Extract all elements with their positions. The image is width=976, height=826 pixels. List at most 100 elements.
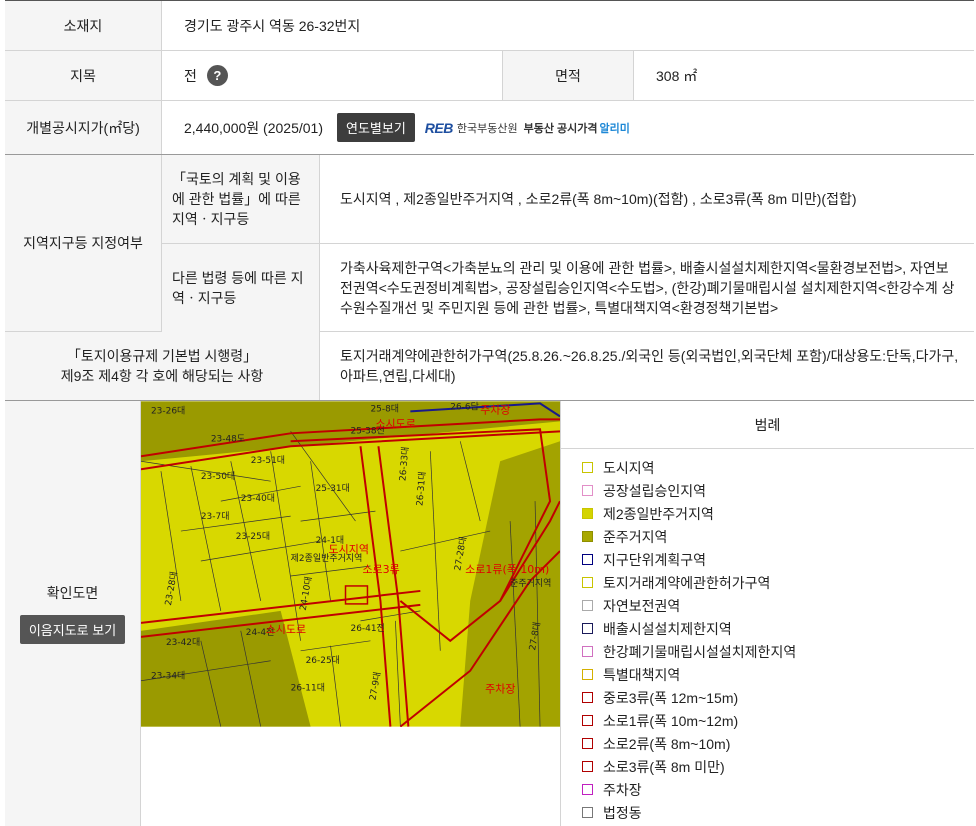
legend-label: 공장설립승인지역 — [603, 482, 707, 499]
zoning-sub1-label: 「국토의 계획 및 이용에 관한 법률」에 따른 지역ㆍ지구등 — [172, 171, 301, 227]
question-icon[interactable]: ? — [206, 65, 228, 86]
svg-text:도시지역: 도시지역 — [329, 543, 369, 556]
svg-text:23-26대: 23-26대 — [151, 405, 185, 416]
legend-swatch-icon — [582, 715, 593, 726]
legend-item: 공장설립승인지역 — [582, 479, 974, 502]
yearly-view-button[interactable]: 연도별보기 — [336, 113, 415, 142]
legend-item: 배출시설설치제한지역 — [582, 617, 974, 640]
map-area: 23-26대 25-8대 26-6답 25-38전 23-48도 23-51대 … — [140, 401, 560, 826]
location-value: 경기도 광주시 역동 26-32번지 — [161, 1, 974, 50]
svg-text:주차장: 주차장 — [480, 403, 510, 416]
legend-item: 법정동 — [582, 801, 974, 824]
area-label: 면적 — [502, 51, 633, 100]
legend-swatch-icon — [582, 462, 593, 473]
zoning-sub2-label-cell: 다른 법령 등에 따른 지역ㆍ지구등 — [161, 244, 319, 332]
legend-swatch-icon — [582, 554, 593, 565]
row-regulation: 「토지이용규제 기본법 시행령」 제9조 제4항 각 호에 해당되는 사항 토지… — [5, 332, 974, 401]
land-category-value-cell: 전 ? — [161, 51, 502, 100]
legend-label: 제2종일반주거지역 — [603, 505, 714, 522]
legend-swatch-icon — [582, 623, 593, 634]
legend-label: 토지거래계약에관한허가구역 — [603, 574, 771, 591]
legend-label: 주차장 — [603, 781, 642, 798]
legend-item: 한강폐기물매립시설설치제한지역 — [582, 640, 974, 663]
legend-item: 특별대책지역 — [582, 663, 974, 686]
legend-label: 소로1류(폭 10m~12m) — [603, 712, 739, 729]
svg-text:25-31대: 25-31대 — [316, 483, 350, 494]
legend-label: 자연보전권역 — [603, 597, 681, 614]
legend-item: 주차장 — [582, 778, 974, 801]
legend-item: 소로2류(폭 8m~10m) — [582, 732, 974, 755]
reb-link[interactable]: REB 한국부동산원 부동산 공시가격 알리미 — [425, 120, 630, 136]
legend-swatch-icon — [582, 692, 593, 703]
legend-swatch-icon — [582, 646, 593, 657]
legend-label: 소로3류(폭 8m 미만) — [603, 758, 725, 775]
row-zoning: 지역지구등 지정여부 「국토의 계획 및 이용에 관한 법률」에 따른 지역ㆍ지… — [5, 155, 974, 332]
regulation-value-cell: 토지거래계약에관한허가구역(25.8.26.~26.8.25./외국인 등(외국… — [319, 332, 974, 400]
svg-text:소로1류(폭 10m): 소로1류(폭 10m) — [465, 563, 549, 576]
legend-item: 준주거지역 — [582, 525, 974, 548]
land-category-label: 지목 — [5, 51, 161, 100]
land-category-value: 전 — [184, 67, 197, 84]
svg-text:23-7대: 23-7대 — [201, 511, 230, 522]
zoning-sub2-value-cell: 가축사육제한구역<가축분뇨의 관리 및 이용에 관한 법률>, 배출시설설치제한… — [319, 244, 974, 332]
legend-label: 소로2류(폭 8m~10m) — [603, 735, 731, 752]
zoning-sub1-value: 도시지역 , 제2종일반주거지역 , 소로2류(폭 8m~10m)(접함) , … — [340, 191, 857, 207]
legend-item: 소로1류(폭 10m~12m) — [582, 709, 974, 732]
svg-text:소로3류: 소로3류 — [362, 563, 399, 576]
svg-text:23-42대: 23-42대 — [166, 637, 200, 648]
legend-item: 제2종일반주거지역 — [582, 502, 974, 525]
legend-title: 범례 — [561, 401, 974, 449]
open-map-button[interactable]: 이음지도로 보기 — [19, 615, 126, 644]
map-label-cell: 확인도면 이음지도로 보기 — [5, 401, 140, 826]
zoning-sub1-value-cell: 도시지역 , 제2종일반주거지역 , 소로2류(폭 8m~10m)(접함) , … — [319, 155, 974, 244]
legend-label: 한강폐기물매립시설설치제한지역 — [603, 643, 797, 660]
svg-text:23-40대: 23-40대 — [241, 493, 275, 504]
regulation-label-line2: 제9조 제4항 각 호에 해당되는 사항 — [60, 368, 264, 384]
official-price-label: 개별공시지가(㎡당) — [5, 101, 161, 154]
legend-swatch-icon — [582, 784, 593, 795]
reb-alert: 알리미 — [599, 122, 630, 135]
svg-text:26-6답: 26-6답 — [450, 401, 479, 412]
svg-text:소시도로: 소시도로 — [266, 623, 306, 636]
legend-swatch-icon — [582, 531, 593, 542]
svg-text:25-8대: 25-8대 — [370, 403, 399, 414]
map-label: 확인도면 — [46, 585, 99, 601]
legend-item: 중로3류(폭 12m~15m) — [582, 686, 974, 709]
zoning-sub2-value: 가축사육제한구역<가축분뇨의 관리 및 이용에 관한 법률>, 배출시설설치제한… — [340, 260, 955, 316]
reb-text: 부동산 공시가격 — [523, 122, 598, 135]
regulation-label-cell: 「토지이용규제 기본법 시행령」 제9조 제4항 각 호에 해당되는 사항 — [5, 332, 319, 400]
row-map: 확인도면 이음지도로 보기 23-26대 25-8대 26-6답 25-38전 … — [5, 401, 974, 826]
legend-swatch-icon — [582, 807, 593, 818]
official-price-value-cell: 2,440,000원 (2025/01) 연도별보기 REB 한국부동산원 부동… — [161, 101, 974, 154]
zoning-sub2-label: 다른 법령 등에 따른 지역ㆍ지구등 — [172, 270, 304, 306]
svg-text:26-25대: 26-25대 — [306, 655, 340, 666]
legend-label: 법정동 — [603, 804, 642, 821]
legend-label: 도시지역 — [603, 459, 655, 476]
legend-item: 소로3류(폭 8m 미만) — [582, 755, 974, 778]
legend-panel: 범례 도시지역 공장설립승인지역 제2종일반주거지역 준주거지역 지구단위계획구역 토지거… — [560, 401, 974, 826]
svg-text:준주거지역: 준주거지역 — [510, 578, 551, 589]
legend-label: 특별대책지역 — [603, 666, 681, 683]
legend-swatch-icon — [582, 669, 593, 680]
legend-swatch-icon — [582, 761, 593, 772]
legend-item: 도시지역 — [582, 456, 974, 479]
legend-label: 준주거지역 — [603, 528, 668, 545]
svg-text:소시도로: 소시도로 — [375, 417, 415, 430]
legend-swatch-icon — [582, 600, 593, 611]
location-label: 소재지 — [5, 1, 161, 50]
area-value: 308 ㎡ — [633, 51, 974, 100]
reb-logo-icon: REB — [424, 119, 454, 136]
svg-text:23-48도: 23-48도 — [211, 434, 245, 444]
zoning-sub1-label-cell: 「국토의 계획 및 이용에 관한 법률」에 따른 지역ㆍ지구등 — [161, 155, 319, 244]
legend-label: 배출시설설치제한지역 — [603, 620, 732, 637]
regulation-label-line1: 「토지이용규제 기본법 시행령」 — [66, 348, 258, 364]
legend-swatch-icon — [582, 485, 593, 496]
cadastral-map[interactable]: 23-26대 25-8대 26-6답 25-38전 23-48도 23-51대 … — [141, 401, 560, 727]
row-land-category: 지목 전 ? 면적 308 ㎡ — [5, 51, 974, 101]
row-official-price: 개별공시지가(㎡당) 2,440,000원 (2025/01) 연도별보기 RE… — [5, 101, 974, 155]
row-location: 소재지 경기도 광주시 역동 26-32번지 — [5, 0, 974, 51]
svg-text:26-41전: 26-41전 — [351, 623, 385, 634]
legend-swatch-icon — [582, 508, 593, 519]
svg-text:26-11대: 26-11대 — [291, 683, 325, 694]
legend-item: 토지거래계약에관한허가구역 — [582, 571, 974, 594]
